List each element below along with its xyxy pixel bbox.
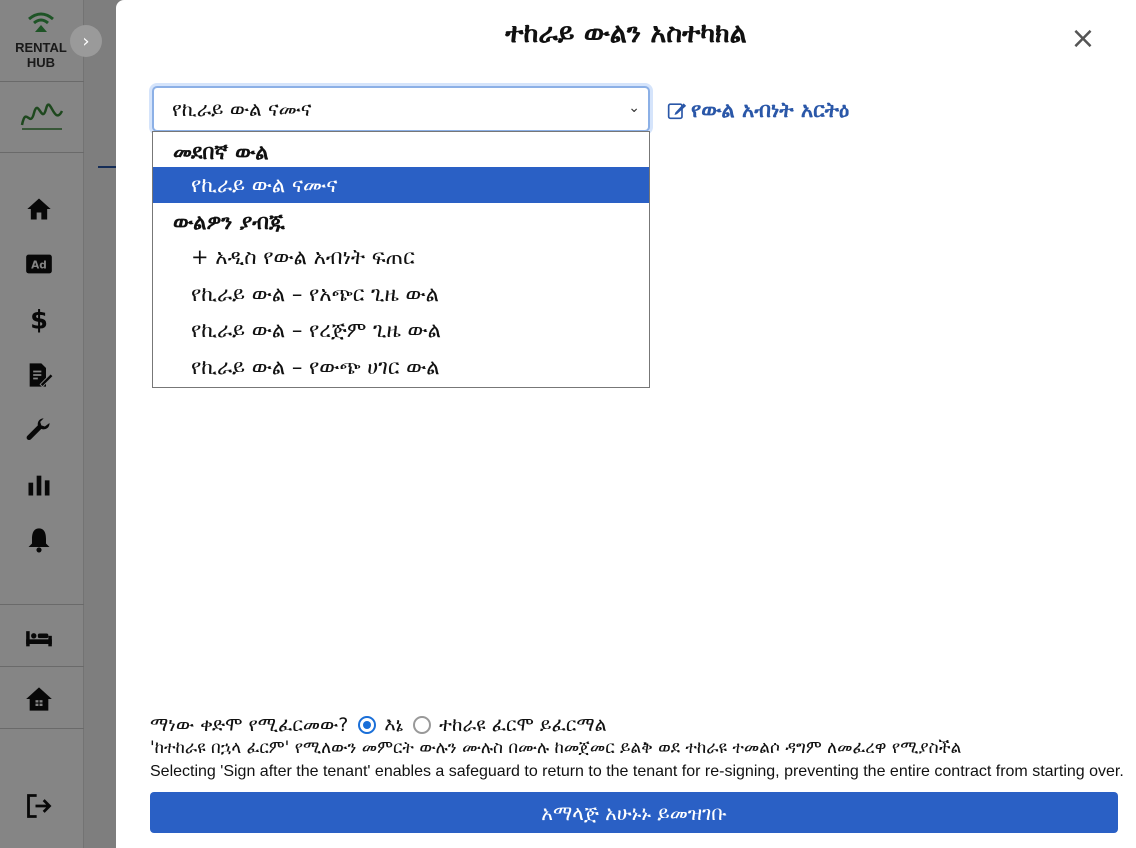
dropdown-group-standard: መደበኛ ውል <box>173 139 269 164</box>
signing-order-question: ማነው ቀድሞ የሚፈርመው? <box>150 714 349 736</box>
dropdown-option-sample-lease[interactable]: የኪራይ ውል ናሙና <box>153 167 649 203</box>
edit-template-link[interactable]: የውል አብነት አርትዕ <box>667 96 849 124</box>
close-button[interactable]: × <box>1066 22 1100 56</box>
signing-hint-english: Selecting 'Sign after the tenant' enable… <box>150 763 1124 780</box>
edit-tenant-contract-modal: ተከራይ ውልን አስተካክል × የኪራይ ውል ናሙና ⌄ የውል አብነት… <box>116 0 1136 848</box>
sidebar-collapse-button[interactable]: › <box>70 25 102 57</box>
chevron-right-icon: › <box>82 30 90 52</box>
dropdown-option-new-template[interactable]: + አዲስ የውል አብነት ፍጠር <box>153 239 649 275</box>
dropdown-option-short-term[interactable]: የኪራይ ውል – የአጭር ጊዜ ውል <box>153 276 649 312</box>
edit-template-label: የውል አብነት አርትዕ <box>691 97 850 122</box>
modal-title: ተከራይ ውልን አስተካክል <box>505 18 747 49</box>
dropdown-option-long-term[interactable]: የኪራይ ውል – የረጅም ጊዜ ውል <box>153 312 649 348</box>
radio-tenant-first[interactable] <box>413 716 432 734</box>
radio-me-label[interactable]: እኔ <box>384 714 403 736</box>
modal-backdrop[interactable] <box>0 0 116 848</box>
signing-order-row: ማነው ቀድሞ የሚፈርመው? እኔ ተከራዩ ፈርሞ ይፈርማል <box>150 711 607 739</box>
signing-hint-amharic: 'ከተከራዩ በኋላ ፈርም' የሚለውን መምርት ውሉን ሙሉስ በሙሉ ከ… <box>150 738 962 758</box>
template-dropdown-list: መደበኛ ውል የኪራይ ውል ናሙና ውልዎን ያብጁ + አዲስ የውል አ… <box>152 131 650 388</box>
submit-button[interactable]: አማላጅ አሁኑኑ ይመዝገቡ <box>150 792 1118 833</box>
contract-template-select[interactable]: የኪራይ ውል ናሙና ⌄ <box>152 86 650 132</box>
chevron-down-icon: ⌄ <box>628 100 640 116</box>
radio-me-first[interactable] <box>358 716 377 734</box>
radio-tenant-label[interactable]: ተከራዩ ፈርሞ ይፈርማል <box>439 714 607 736</box>
edit-icon <box>667 103 687 120</box>
selected-template-value: የኪራይ ውል ናሙና <box>172 97 312 121</box>
close-icon: × <box>1070 21 1096 56</box>
dropdown-option-foreign[interactable]: የኪራይ ውል – የውጭ ሀገር ውል <box>153 349 649 385</box>
dropdown-group-custom: ውልዎን ያብጁ <box>173 209 285 234</box>
